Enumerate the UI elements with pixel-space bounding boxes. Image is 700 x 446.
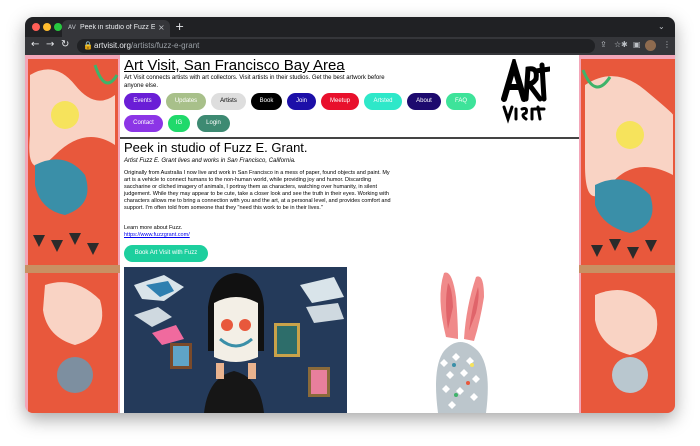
- site-title-link[interactable]: Art Visit, San Francisco Bay Area: [124, 57, 345, 74]
- bunny-sculpture-photo: [416, 267, 506, 413]
- nav-about-button[interactable]: About: [407, 93, 441, 110]
- book-art-visit-button[interactable]: Book Art Visit with Fuzz: [124, 245, 208, 262]
- tab-search-icon[interactable]: ⌄: [658, 22, 665, 31]
- nav-events-button[interactable]: Events: [124, 93, 161, 110]
- site-tagline: Art Visit connects artists with art coll…: [124, 75, 385, 89]
- url-host: artvisit.org: [94, 41, 131, 50]
- back-icon[interactable]: ←: [31, 39, 39, 50]
- nav-updates-button[interactable]: Updates: [166, 93, 206, 110]
- studio-photo: [124, 267, 347, 413]
- nav-ig-button[interactable]: IG: [168, 115, 190, 132]
- address-bar[interactable]: 🔒 artvisit.org/artists/fuzz-e-grant: [77, 39, 595, 53]
- tab-close-icon[interactable]: ×: [158, 23, 165, 32]
- extensions-icon[interactable]: ✱: [621, 40, 628, 49]
- share-icon[interactable]: ⇪: [600, 40, 607, 49]
- browser-window: AV Peek in studio of Fuzz E. Grant × + ⌄…: [25, 17, 675, 413]
- url-text[interactable]: artvisit.org/artists/fuzz-e-grant: [94, 41, 199, 50]
- learn-more-text: Learn more about Fuzz.: [124, 225, 183, 231]
- nav-faq-button[interactable]: FAQ: [446, 93, 476, 110]
- nav-meetup-button[interactable]: Meetup: [321, 93, 359, 110]
- tab-title: Peek in studio of Fuzz E. Grant: [80, 24, 155, 31]
- nav-artsted-button[interactable]: Artsted: [364, 93, 402, 110]
- nav-login-button[interactable]: Login: [197, 115, 230, 132]
- browser-toolbar: ← → ↻ 🔒 artvisit.org/artists/fuzz-e-gran…: [25, 37, 675, 55]
- artist-subtitle: Artist Fuzz E. Grant lives and works in …: [124, 158, 296, 164]
- page-content: Art Visit, San Francisco Bay Area Art Vi…: [120, 55, 579, 413]
- page-viewport: Art Visit, San Francisco Bay Area Art Vi…: [25, 55, 675, 413]
- nav-contact-button[interactable]: Contact: [124, 115, 163, 132]
- maximize-window-button[interactable]: [54, 23, 62, 31]
- new-tab-icon[interactable]: +: [175, 20, 184, 33]
- reload-icon[interactable]: ↻: [61, 39, 69, 50]
- nav-artists-button[interactable]: Artists: [211, 93, 246, 110]
- forward-icon[interactable]: →: [46, 39, 54, 50]
- active-tab[interactable]: AV Peek in studio of Fuzz E. Grant ×: [62, 20, 170, 37]
- tab-bar: AV Peek in studio of Fuzz E. Grant × + ⌄: [25, 17, 675, 37]
- page-title: Peek in studio of Fuzz E. Grant.: [124, 140, 308, 155]
- profile-avatar[interactable]: [645, 40, 656, 51]
- art-visit-logo[interactable]: [498, 59, 550, 125]
- nav-book-button[interactable]: Book: [251, 93, 282, 110]
- artist-website-link[interactable]: https://www.fuzzgrant.com/: [124, 232, 190, 238]
- menu-icon[interactable]: ⋮: [663, 40, 671, 49]
- minimize-window-button[interactable]: [43, 23, 51, 31]
- sidebar-icon[interactable]: ▣: [633, 40, 641, 49]
- lock-icon: 🔒: [83, 41, 93, 50]
- nav-join-button[interactable]: Join: [287, 93, 316, 110]
- favicon-icon: AV: [68, 24, 76, 31]
- url-path: /artists/fuzz-e-grant: [130, 41, 200, 50]
- close-window-button[interactable]: [32, 23, 40, 31]
- artist-bio: Originally from Australia I now live and…: [124, 170, 391, 211]
- header-divider: [120, 137, 579, 139]
